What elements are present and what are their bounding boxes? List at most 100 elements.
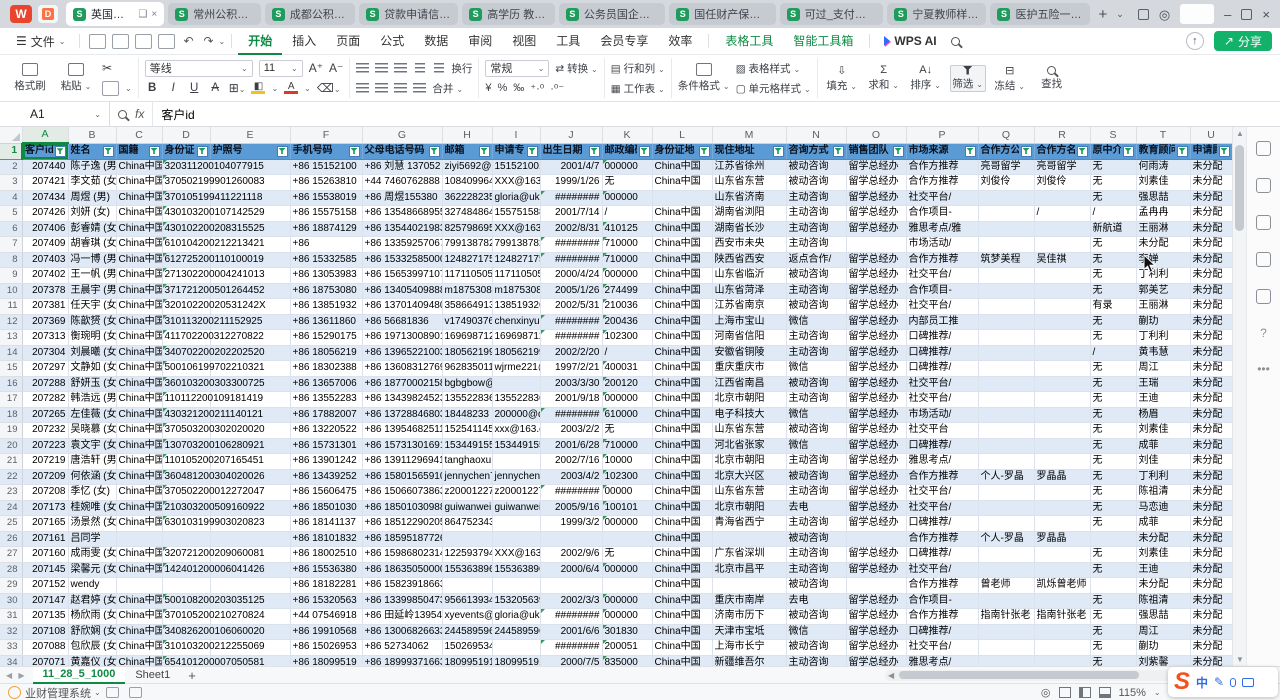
cell-F22[interactable]: +86 13439252 <box>290 469 362 485</box>
cell-T10[interactable]: 郭美艺 <box>1136 283 1190 299</box>
cell-H25[interactable]: 864752343 <box>442 516 492 532</box>
cell-D16[interactable]: 360103200303300725 <box>162 376 210 392</box>
cell-C6[interactable]: China中国 <box>116 221 162 237</box>
cell-T26[interactable]: 未分配 <box>1136 531 1190 547</box>
cell-Q12[interactable] <box>978 314 1034 330</box>
cell-J20[interactable]: 2001/6/28 <box>540 438 602 454</box>
cell-M15[interactable]: 重庆重庆市 <box>712 361 786 377</box>
cell-J2[interactable]: 2001/4/7 <box>540 159 602 175</box>
cell-K20[interactable]: 710000 <box>602 438 652 454</box>
search-icon[interactable] <box>951 37 960 46</box>
cell-M26[interactable] <box>712 531 786 547</box>
filter-dropdown-icon[interactable] <box>55 146 66 157</box>
cell-F18[interactable]: +86 17882007 <box>290 407 362 423</box>
cell-U34[interactable]: 未分配 <box>1190 655 1232 666</box>
cell-N34[interactable]: 主动咨询 <box>786 655 846 666</box>
cell-S5[interactable]: / <box>1090 206 1136 222</box>
column-header-U[interactable]: U <box>1190 127 1232 143</box>
cell-Q26[interactable]: 个人-罗晶 <box>978 531 1034 547</box>
cell-Q28[interactable] <box>978 562 1034 578</box>
cell-A31[interactable]: 207135 <box>22 609 68 625</box>
cell-O34[interactable]: 留学总经办 <box>846 655 906 666</box>
cell-A5[interactable]: 207426 <box>22 206 68 222</box>
cell-F33[interactable]: +86 15026953 <box>290 640 362 656</box>
cell-K3[interactable]: 无 <box>602 175 652 191</box>
cell-M4[interactable]: 山东省济南 <box>712 190 786 206</box>
cell-O2[interactable]: 留学总经办 <box>846 159 906 175</box>
cell-G12[interactable]: +86 56681836 <box>362 314 442 330</box>
filter-dropdown-icon[interactable] <box>893 146 904 157</box>
cell-H28[interactable]: 155363896 <box>442 562 492 578</box>
cell-R11[interactable] <box>1034 299 1090 315</box>
cell-R32[interactable] <box>1034 624 1090 640</box>
cell-K12[interactable]: 200436 <box>602 314 652 330</box>
cell-C17[interactable]: China中国 <box>116 392 162 408</box>
cell-M34[interactable]: 新疆维吾尔 <box>712 655 786 666</box>
filter-dropdown-icon[interactable] <box>1077 146 1088 157</box>
filter-dropdown-icon[interactable] <box>699 146 710 157</box>
cell-I19[interactable]: xxx@163.c <box>492 423 540 439</box>
cell-C9[interactable]: China中国 <box>116 268 162 284</box>
conditional-format-button[interactable]: 条件格式 ⌄ <box>678 58 730 98</box>
cell-D21[interactable]: 110105200207165451 <box>162 454 210 470</box>
cell-B20[interactable]: 袁文宇 (女 <box>68 438 116 454</box>
cell-T25[interactable]: 成菲 <box>1136 516 1190 532</box>
cell-F9[interactable]: +86 13053983 <box>290 268 362 284</box>
cell-I9[interactable]: 117110505 <box>492 268 540 284</box>
cell-T22[interactable]: 丁利利 <box>1136 469 1190 485</box>
cell-I25[interactable] <box>492 516 540 532</box>
cell-A17[interactable]: 207282 <box>22 392 68 408</box>
cell-P23[interactable]: 社交平台/ <box>906 485 978 501</box>
cell-A6[interactable]: 207406 <box>22 221 68 237</box>
underline-button[interactable]: U <box>187 82 202 94</box>
page-break-view-icon[interactable] <box>1099 687 1111 698</box>
cell-M24[interactable]: 北京市朝阳 <box>712 500 786 516</box>
cell-P13[interactable]: 口碑推荐/ <box>906 330 978 346</box>
cell-H11[interactable]: 358664913 <box>442 299 492 315</box>
decrease-indent-icon[interactable] <box>413 63 426 74</box>
cell-J4[interactable]: ######## <box>540 190 602 206</box>
cell-G22[interactable]: +86 15801565910 <box>362 469 442 485</box>
cell-C23[interactable]: China中国 <box>116 485 162 501</box>
cell-K13[interactable]: 102300 <box>602 330 652 346</box>
cell-I23[interactable]: z20001227 <box>492 485 540 501</box>
cell-U30[interactable]: 未分配 <box>1190 593 1232 609</box>
cell-B6[interactable]: 彭睿婧 (女 <box>68 221 116 237</box>
column-header-I[interactable]: I <box>492 127 540 143</box>
cell-T16[interactable]: 王瑞 <box>1136 376 1190 392</box>
cell-Q14[interactable] <box>978 345 1034 361</box>
cell-G34[interactable]: +86 18999371663 <box>362 655 442 666</box>
ime-mode-chinese[interactable]: 中 <box>1196 674 1208 691</box>
column-header-B[interactable]: B <box>68 127 116 143</box>
cell-H27[interactable]: 122593794 <box>442 547 492 563</box>
cell-F34[interactable]: +86 18099519 <box>290 655 362 666</box>
cell-P24[interactable]: 社交平台/ <box>906 500 978 516</box>
cell-M20[interactable]: 河北省张家 <box>712 438 786 454</box>
cell-B26[interactable]: 吕同学 <box>68 531 116 547</box>
column-header-A[interactable]: A <box>22 127 68 143</box>
cell-J19[interactable]: 2003/2/2 <box>540 423 602 439</box>
cell-R2[interactable]: 亮哥留学 <box>1034 159 1090 175</box>
cell-N15[interactable]: 微信 <box>786 361 846 377</box>
cell-M14[interactable]: 安徽省铜陵 <box>712 345 786 361</box>
bold-button[interactable]: B <box>145 82 160 94</box>
row-number[interactable]: 4 <box>0 190 22 206</box>
cell-I26[interactable] <box>492 531 540 547</box>
cell-L7[interactable]: China中国 <box>652 237 712 253</box>
cell-D25[interactable]: 630103199903020823 <box>162 516 210 532</box>
cell-C3[interactable]: China中国 <box>116 175 162 191</box>
cell-C32[interactable]: China中国 <box>116 624 162 640</box>
cell-F31[interactable]: +44 07546918 <box>290 609 362 625</box>
cell-H32[interactable]: 244589596 <box>442 624 492 640</box>
cell-N21[interactable]: 主动咨询 <box>786 454 846 470</box>
header-cell-Q[interactable]: 合作方公 <box>978 143 1034 159</box>
cell-S14[interactable]: / <box>1090 345 1136 361</box>
cell-P29[interactable]: 合作方推荐 <box>906 578 978 594</box>
cell-G19[interactable]: +86 13954682511 <box>362 423 442 439</box>
cell-O14[interactable]: 留学总经办 <box>846 345 906 361</box>
paste-button[interactable]: 粘贴 ⌄ <box>56 58 96 98</box>
cell-I29[interactable] <box>492 578 540 594</box>
cell-A27[interactable]: 207160 <box>22 547 68 563</box>
cell-O26[interactable] <box>846 531 906 547</box>
cell-M11[interactable]: 江苏省南京 <box>712 299 786 315</box>
